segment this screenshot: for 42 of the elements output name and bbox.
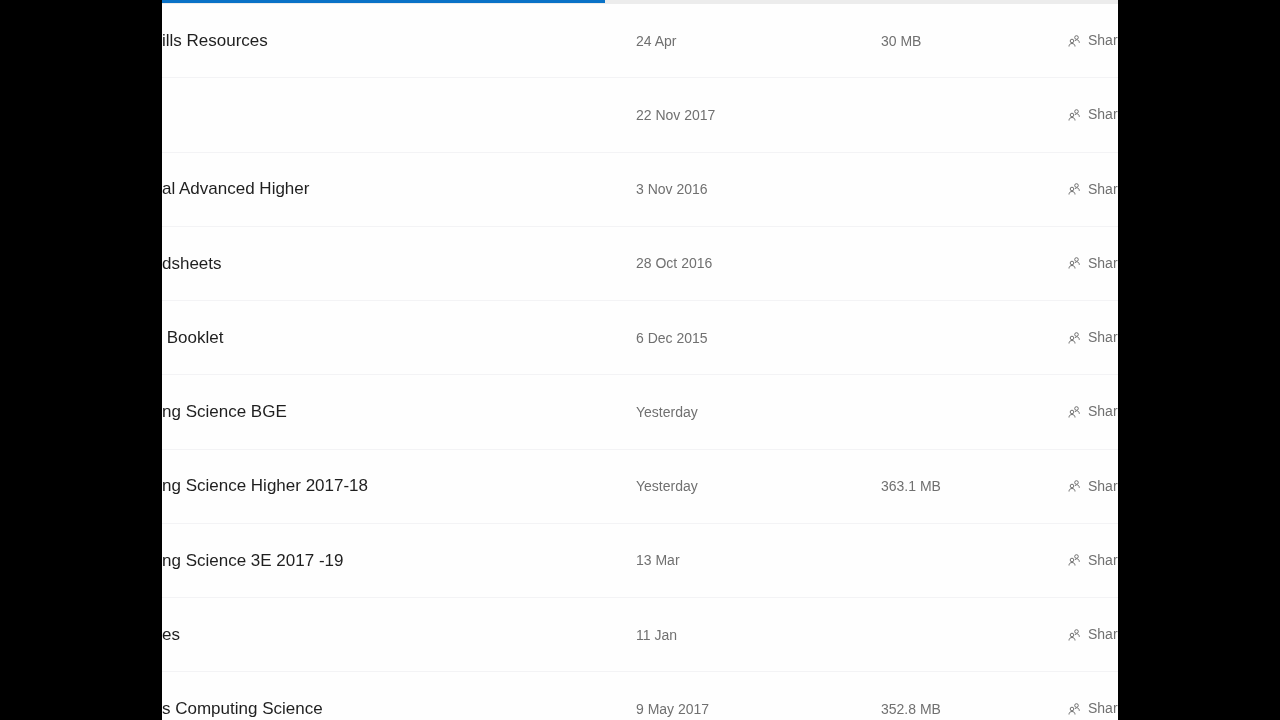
modified-date: 24 Apr: [636, 32, 677, 49]
sharing-status: Shar: [1088, 476, 1118, 496]
people-icon: [1068, 480, 1080, 493]
file-size: 363.1 MB: [881, 478, 941, 495]
people-icon: [1068, 405, 1080, 418]
people-icon: [1068, 628, 1080, 641]
folder-name[interactable]: dsheets: [162, 253, 222, 273]
people-icon: [1068, 257, 1080, 270]
folder-name[interactable]: ng Science Higher 2017-18: [162, 476, 369, 496]
folder-name[interactable]: Booklet: [162, 327, 224, 347]
people-icon: [1068, 108, 1080, 121]
modified-date: 22 Nov 2017: [636, 106, 716, 123]
sharing-status: Shar: [1088, 31, 1118, 51]
people-icon: [1068, 183, 1080, 196]
modified-date: 11 Jan: [636, 626, 677, 643]
sharing-status: Shar: [1088, 402, 1118, 422]
modified-date: Yesterday: [636, 478, 698, 495]
sharing-status: Shar: [1088, 105, 1118, 125]
people-icon: [1068, 331, 1080, 344]
modified-date: 9 May 2017: [636, 700, 710, 717]
sharing-status: Shar: [1088, 699, 1118, 719]
modified-date: 6 Dec 2015: [636, 329, 708, 346]
sharing-status: Shar: [1088, 625, 1118, 645]
sharing-status: Shar: [1088, 550, 1118, 570]
people-icon: [1068, 554, 1080, 567]
modified-date: 3 Nov 2016: [636, 181, 708, 198]
sharing-status: Shar: [1088, 253, 1118, 273]
modified-date: 28 Oct 2016: [636, 255, 713, 272]
folder-name[interactable]: s Computing Science: [162, 699, 323, 719]
folder-name[interactable]: ng Science 3E 2017 -19: [162, 550, 344, 570]
folder-name[interactable]: ng Science BGE: [162, 402, 287, 422]
folder-name[interactable]: al Advanced Higher: [162, 179, 310, 199]
file-size: 30 MB: [881, 32, 922, 49]
file-size: 352.8 MB: [881, 700, 941, 717]
folder-name[interactable]: es: [162, 624, 180, 644]
people-icon: [1068, 34, 1080, 47]
sharing-status: Shar: [1088, 179, 1118, 199]
modified-date: Yesterday: [636, 403, 698, 420]
folder-name[interactable]: ills Resources: [162, 30, 268, 50]
people-icon: [1068, 702, 1080, 715]
sharing-status: Shar: [1088, 328, 1118, 348]
modified-date: 13 Mar: [636, 552, 680, 569]
